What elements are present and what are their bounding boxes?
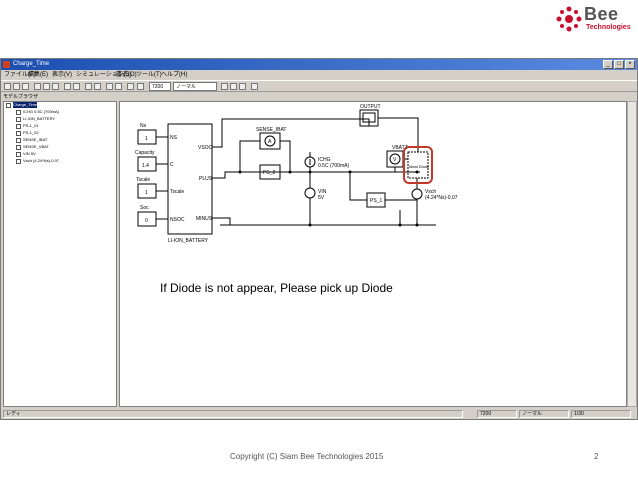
model-browser-title: モデルブラウザ — [3, 94, 39, 100]
grid-icon[interactable] — [115, 83, 122, 90]
soc-label: Soc — [140, 205, 149, 211]
pin-minus: MINUS — [196, 216, 213, 222]
menu-edit[interactable]: 編集(E) — [28, 70, 48, 80]
tree-item[interactable]: VIN 5V — [23, 151, 36, 157]
vsch-value: (4.24*Ns)-0.07 — [425, 195, 458, 201]
block-icon — [16, 124, 21, 129]
pin-c: C — [170, 162, 174, 168]
bee-technologies-logo: Bee Technologies — [556, 4, 636, 38]
menu-help[interactable]: ヘルプ(H) — [161, 70, 187, 80]
status-time: 7200 — [477, 410, 517, 418]
tree-item[interactable]: LI-ION_BATTERY — [23, 116, 55, 122]
block-icon — [16, 152, 21, 157]
help-icon[interactable] — [251, 83, 258, 90]
status-mode: ノーマル — [519, 410, 569, 418]
vsch-source[interactable] — [411, 188, 423, 200]
pin-ns: NS — [170, 135, 178, 141]
ns-label: Ns — [140, 123, 147, 129]
ns-value: 1 — [145, 136, 148, 142]
scope-icon[interactable] — [221, 83, 228, 90]
pin-plus: PLUS — [199, 176, 213, 182]
output-label: OUTPUT — [360, 104, 381, 110]
logo-burst-icon — [556, 6, 582, 32]
menu-view[interactable]: 表示(V) — [52, 70, 72, 80]
undo-icon[interactable] — [64, 83, 71, 90]
status-bar: レディ 7200 ノーマル 1/30 — [1, 409, 637, 419]
pin-nsoc: NSOC — [170, 217, 185, 223]
vin-source[interactable] — [304, 187, 316, 199]
tscale-label: Tscale — [136, 177, 150, 183]
open-icon[interactable] — [13, 83, 20, 90]
window-title: Charge_Time — [13, 61, 50, 67]
tree-item[interactable]: SENSE_VBAT — [23, 144, 49, 150]
tree-item[interactable]: SENSE_IBAT — [23, 137, 47, 143]
schematic-diagram: Ns 1 Capacity 1.4 Tscale 1 Soc 0 NS C Ts… — [135, 104, 458, 244]
block-icon — [16, 110, 21, 115]
battery-label: LI-ION_BATTERY — [168, 238, 209, 244]
soc-value: 0 — [145, 218, 148, 224]
step-icon[interactable] — [137, 83, 144, 90]
tree-item[interactable]: Vsch (4.24*Ns)-0.07 — [23, 158, 59, 164]
chart-icon[interactable] — [239, 83, 246, 90]
menu-tools[interactable]: ツール(T) — [136, 70, 162, 80]
paste-icon[interactable] — [52, 83, 59, 90]
tscale-value: 1 — [145, 190, 148, 196]
minimize-button[interactable]: _ — [603, 60, 613, 69]
voltmeter-symbol: V — [393, 157, 397, 163]
logo-sub: Technologies — [586, 24, 631, 31]
ps2-label: PS_2 — [263, 170, 275, 176]
capacity-label: Capacity — [135, 150, 155, 156]
zoom-in-icon[interactable] — [85, 83, 92, 90]
library-icon[interactable] — [230, 83, 237, 90]
zoom-out-icon[interactable] — [94, 83, 101, 90]
capacity-value: 1.4 — [142, 163, 149, 169]
toolbar: 7200 ノーマル — [1, 80, 637, 92]
mode-select[interactable]: ノーマル — [173, 82, 217, 91]
block-icon — [16, 159, 21, 164]
ideal-diode-label: Ideal Diode — [409, 164, 430, 169]
time-field[interactable]: 7200 — [149, 82, 171, 91]
redo-icon[interactable] — [73, 83, 80, 90]
tree-item[interactable]: ICHG 0.5C (700mA) — [23, 109, 59, 115]
new-icon[interactable] — [4, 83, 11, 90]
menu-format[interactable]: 書式(O) — [116, 70, 137, 80]
status-ready: レディ — [3, 410, 463, 418]
menu-bar: ファイル(F) 編集(E) 表示(V) シミュレーション(S) 書式(O) ツー… — [1, 70, 637, 80]
ps1-label: PS_1 — [370, 198, 382, 204]
page-number: 2 — [594, 452, 599, 461]
tree-item[interactable]: PS-1_02 — [23, 130, 39, 136]
vertical-scrollbar[interactable] — [627, 101, 637, 407]
maximize-button[interactable]: □ — [614, 60, 624, 69]
vin-value: 5V — [318, 195, 325, 201]
block-icon — [16, 131, 21, 136]
cut-icon[interactable] — [34, 83, 41, 90]
tree-item-root[interactable]: Charge_Time — [13, 102, 38, 108]
logo-name: Bee — [584, 4, 619, 24]
block-icon — [16, 138, 21, 143]
tree-item[interactable]: PS-1_01 — [23, 123, 39, 129]
title-bar[interactable]: Charge_Time _ □ × — [1, 59, 637, 70]
ichg-value: 0.5C (700mA) — [318, 163, 349, 169]
slide-caption: If Diode is not appear, Please pick up D… — [160, 281, 393, 295]
app-icon — [3, 61, 10, 68]
fit-icon[interactable] — [106, 83, 113, 90]
window-controls: _ □ × — [603, 60, 635, 69]
copy-icon[interactable] — [43, 83, 50, 90]
status-page: 1/30 — [571, 410, 631, 418]
schematic-canvas[interactable]: Ns 1 Capacity 1.4 Tscale 1 Soc 0 NS C Ts… — [119, 101, 627, 407]
app-window: Charge_Time _ □ × ファイル(F) 編集(E) 表示(V) シミ… — [0, 58, 638, 420]
vbatt-label: VBATT — [392, 145, 408, 151]
footer-copyright: Copyright (C) Siam Bee Technologies 2015 — [230, 452, 384, 461]
block-icon — [16, 145, 21, 150]
sense-ibat-label: SENSE_IBAT — [256, 127, 286, 133]
ammeter-symbol: A — [268, 139, 272, 145]
close-button[interactable]: × — [625, 60, 635, 69]
block-icon — [16, 117, 21, 122]
pin-tscale: Tscale — [170, 189, 184, 195]
model-browser-tree: Charge_Time ICHG 0.5C (700mA) LI-ION_BAT… — [3, 101, 117, 407]
pin-vsoc: VSOC — [198, 145, 213, 151]
folder-icon — [6, 103, 11, 108]
save-icon[interactable] — [22, 83, 29, 90]
run-icon[interactable] — [127, 83, 134, 90]
